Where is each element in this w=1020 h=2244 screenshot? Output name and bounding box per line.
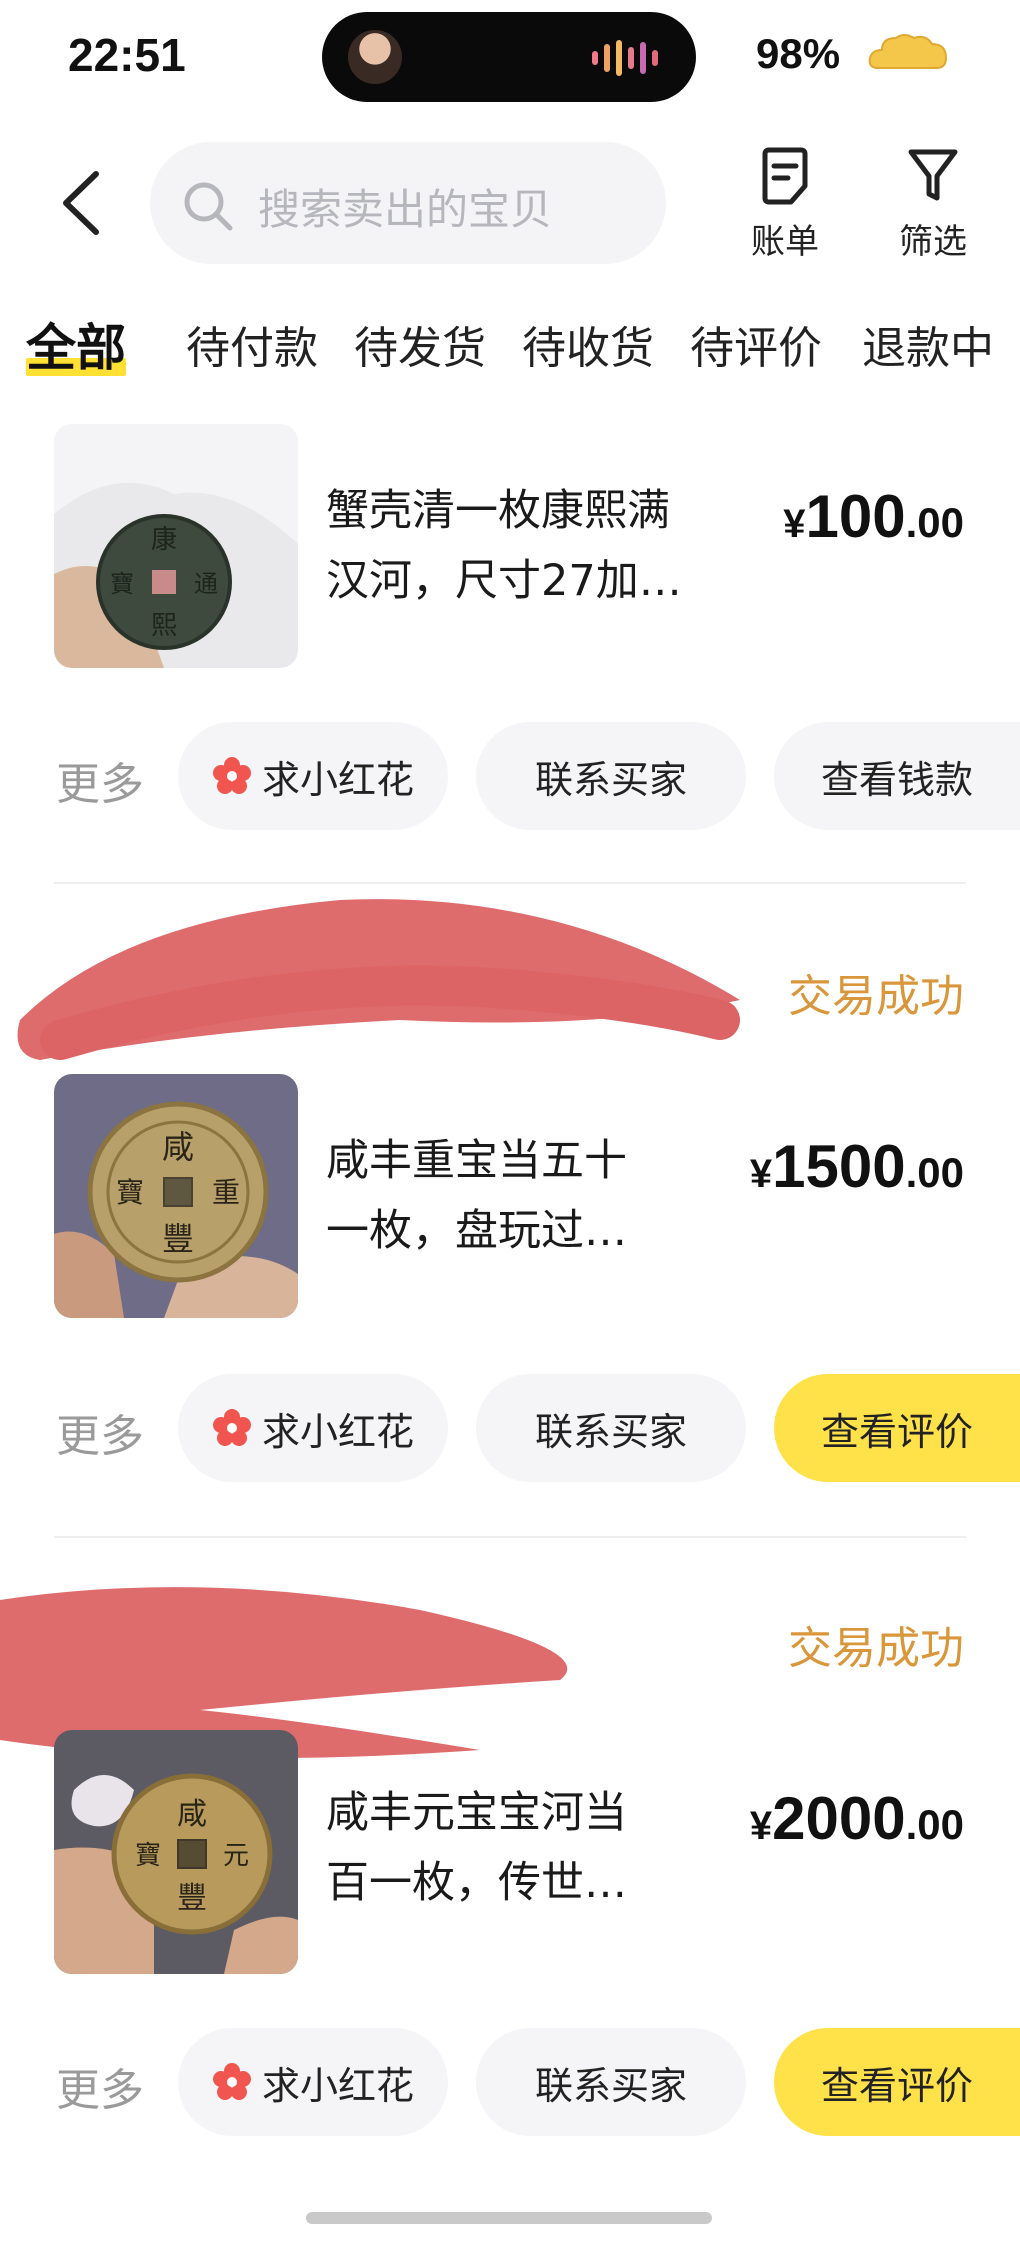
button-label: 求小红花 [261, 1409, 414, 1454]
button-label: 联系买家 [534, 757, 687, 802]
request-flower-button[interactable]: 求小红花 [178, 1374, 448, 1482]
home-indicator[interactable] [306, 2212, 712, 2224]
order-tabs: 全部 待付款 待发货 待收货 待评价 退款中 [26, 312, 1016, 382]
svg-text:豐: 豐 [177, 1881, 207, 1916]
price-integer: 100 [805, 483, 906, 550]
flower-icon [212, 1409, 251, 1446]
product-title-line: 一枚，盘玩过… [326, 1206, 627, 1256]
status-time: 22:51 [68, 29, 186, 81]
bill-icon [762, 147, 808, 205]
price-integer: 1500 [772, 1133, 906, 1200]
filter-icon [908, 149, 958, 201]
button-label: 查看评价 [820, 1409, 973, 1454]
now-playing-avatar [348, 30, 402, 84]
svg-text:康: 康 [151, 525, 177, 555]
price-symbol: ¥ [783, 502, 806, 546]
svg-text:熙: 熙 [151, 611, 177, 641]
flower-icon [212, 757, 251, 794]
view-review-button[interactable]: 查看评价 [774, 2028, 1020, 2136]
price-decimal: .00 [905, 1149, 964, 1196]
svg-text:寶: 寶 [116, 1176, 144, 1209]
product-image[interactable]: 康 熙 寶 通 [54, 424, 298, 668]
filter-label: 筛选 [899, 222, 967, 262]
button-label: 求小红花 [261, 757, 414, 802]
order-status: 交易成功 [788, 971, 964, 1022]
tab-label: 待评价 [690, 323, 822, 374]
audio-wave-icon [592, 40, 658, 76]
tab-label: 退款中 [862, 323, 994, 374]
request-flower-button[interactable]: 求小红花 [178, 722, 448, 830]
tab-pending-payment[interactable]: 待付款 [186, 312, 318, 376]
product-title-line: 百一枚，传世… [326, 1858, 627, 1908]
product-title-line: 蟹壳清一枚康熙满 [326, 486, 670, 536]
cloud-battery-icon [868, 34, 948, 69]
flower-icon [212, 2063, 251, 2100]
price-decimal: .00 [905, 1801, 964, 1848]
order-status: 交易成功 [788, 1623, 964, 1674]
back-icon[interactable] [56, 168, 106, 238]
search-placeholder: 搜索卖出的宝贝 [258, 185, 553, 234]
svg-text:咸: 咸 [177, 1797, 207, 1832]
product-image[interactable]: 咸 豐 寶 元 [54, 1730, 298, 1974]
filter-button[interactable]: 筛选 [888, 146, 978, 263]
request-flower-button[interactable]: 求小红花 [178, 2028, 448, 2136]
tab-refunding[interactable]: 退款中 [862, 312, 994, 376]
more-button[interactable]: 更多 [56, 748, 144, 812]
svg-text:寶: 寶 [110, 570, 134, 598]
product-title-line: 咸丰重宝当五十 [326, 1136, 627, 1186]
product-price: ¥1500.00 [750, 1132, 964, 1201]
svg-text:元: 元 [223, 1841, 249, 1871]
price-symbol: ¥ [749, 1152, 773, 1196]
tab-label: 待发货 [354, 323, 486, 374]
button-label: 求小红花 [261, 2063, 414, 2108]
bill-button[interactable]: 账单 [740, 146, 830, 263]
order-divider [54, 1536, 966, 1538]
price-integer: 2000 [772, 1785, 906, 1852]
tab-pending-review[interactable]: 待评价 [690, 312, 822, 376]
product-image[interactable]: 咸 豐 寶 重 [54, 1074, 298, 1318]
product-title-line: 咸丰元宝宝河当 [326, 1788, 627, 1838]
tab-label: 全部 [26, 319, 126, 377]
svg-text:咸: 咸 [162, 1128, 194, 1166]
tab-label: 待付款 [186, 323, 318, 374]
coin-photo: 康 熙 寶 通 [54, 424, 298, 668]
search-input[interactable]: 搜索卖出的宝贝 [150, 142, 666, 264]
product-title[interactable]: 咸丰重宝当五十 一枚，盘玩过… [326, 1126, 726, 1266]
product-title-line: 汉河，尺寸27加… [326, 556, 682, 606]
svg-text:重: 重 [212, 1176, 240, 1209]
price-symbol: ¥ [749, 1804, 773, 1848]
coin-photo: 咸 豐 寶 元 [54, 1730, 298, 1974]
svg-text:寶: 寶 [135, 1841, 161, 1871]
contact-buyer-button[interactable]: 联系买家 [476, 1374, 746, 1482]
button-label: 查看评价 [820, 2063, 973, 2108]
tab-label: 待收货 [522, 323, 654, 374]
button-label: 查看钱款 [820, 757, 973, 802]
svg-text:通: 通 [194, 570, 218, 598]
coin-photo: 咸 豐 寶 重 [54, 1074, 298, 1318]
contact-buyer-button[interactable]: 联系买家 [476, 2028, 746, 2136]
button-label: 联系买家 [534, 2063, 687, 2108]
contact-buyer-button[interactable]: 联系买家 [476, 722, 746, 830]
more-button[interactable]: 更多 [56, 1400, 144, 1464]
product-title[interactable]: 咸丰元宝宝河当 百一枚，传世… [326, 1778, 726, 1918]
price-decimal: .00 [905, 499, 964, 546]
button-label: 联系买家 [534, 1409, 687, 1454]
tab-all[interactable]: 全部 [26, 308, 126, 380]
product-price: ¥100.00 [783, 482, 964, 551]
tab-pending-shipment[interactable]: 待发货 [354, 312, 486, 376]
dynamic-island [322, 12, 696, 102]
view-review-button[interactable]: 查看评价 [774, 1374, 1020, 1482]
svg-text:豐: 豐 [162, 1220, 194, 1258]
search-icon [184, 182, 233, 231]
battery-percent: 98% [756, 30, 841, 77]
more-button[interactable]: 更多 [56, 2054, 144, 2118]
view-payment-button[interactable]: 查看钱款 [774, 722, 1020, 830]
product-price: ¥2000.00 [750, 1784, 964, 1853]
redaction-scribble [17, 899, 740, 1060]
product-title[interactable]: 蟹壳清一枚康熙满 汉河，尺寸27加… [326, 476, 726, 616]
bill-label: 账单 [751, 222, 819, 262]
tab-pending-receipt[interactable]: 待收货 [522, 312, 654, 376]
